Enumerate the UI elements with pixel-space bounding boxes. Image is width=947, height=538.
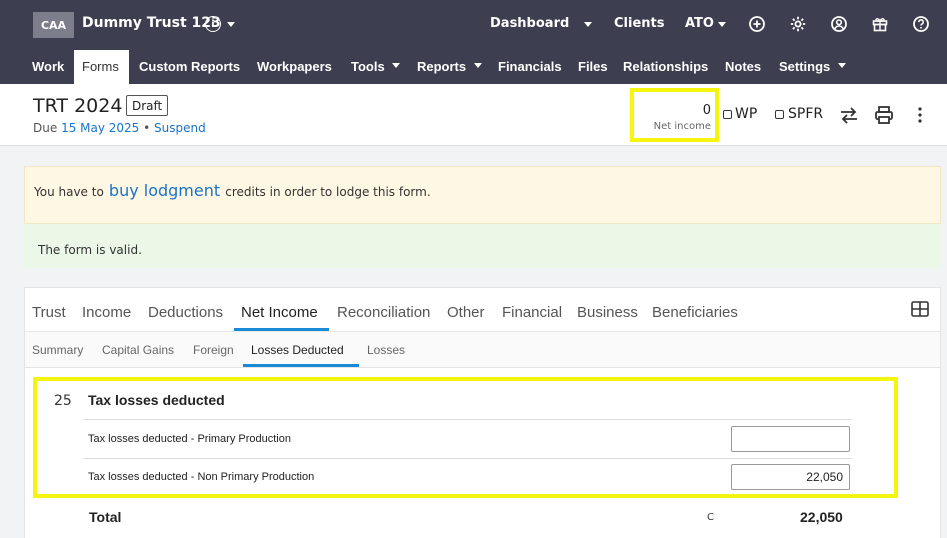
subtab-foreign[interactable]: Foreign xyxy=(193,343,234,357)
due-separator: • xyxy=(143,121,151,135)
non-primary-production-label: Tax losses deducted - Non Primary Produc… xyxy=(88,471,315,483)
subtab-capital-gains[interactable]: Capital Gains xyxy=(102,343,174,357)
active-subtab-indicator xyxy=(243,364,359,367)
client-name[interactable]: Dummy Trust 123 xyxy=(82,15,221,31)
tab-business[interactable]: Business xyxy=(577,304,638,321)
warn-prefix: You have to xyxy=(34,185,104,199)
top-bar: CAA Dummy Trust 123 i Dashboard Clients … xyxy=(0,0,947,50)
validation-text: The form is valid. xyxy=(38,243,142,257)
row-divider xyxy=(83,458,852,459)
page-title: TRT 2024 xyxy=(33,95,123,117)
nav-workpapers[interactable]: Workpapers xyxy=(257,59,332,74)
nav-files[interactable]: Files xyxy=(578,59,608,74)
nav-work[interactable]: Work xyxy=(32,59,64,74)
form-header: TRT 2024 Draft Due 15 May 2025 • Suspend… xyxy=(0,84,947,146)
nav-financials[interactable]: Financials xyxy=(498,59,562,74)
reports-caret-down-icon[interactable] xyxy=(474,63,482,68)
user-circle-icon[interactable] xyxy=(830,15,848,33)
section-title: Tax losses deducted xyxy=(88,392,225,408)
clients-link[interactable]: Clients xyxy=(614,16,664,31)
net-income-value: 0 xyxy=(702,103,711,118)
validation-success: The form is valid. xyxy=(24,224,941,268)
total-value: 22,050 xyxy=(800,509,843,525)
app-logo[interactable]: CAA xyxy=(33,12,74,38)
spfr-checkbox[interactable] xyxy=(775,110,784,119)
primary-production-input[interactable] xyxy=(731,426,850,452)
nav-forms-label: Forms xyxy=(82,59,119,74)
spfr-label[interactable]: SPFR xyxy=(788,106,823,122)
dashboard-caret-down-icon[interactable] xyxy=(584,22,592,27)
net-income-summary: 0 Net income xyxy=(630,88,719,142)
primary-production-label: Tax losses deducted - Primary Production xyxy=(88,433,291,445)
tools-caret-down-icon[interactable] xyxy=(392,63,400,68)
tab-financial[interactable]: Financial xyxy=(502,304,562,321)
tab-reconciliation[interactable]: Reconciliation xyxy=(337,304,430,321)
nav-tools[interactable]: Tools xyxy=(351,59,385,74)
tab-trust[interactable]: Trust xyxy=(32,304,66,321)
lodgment-warning: You have to buy lodgment credits in orde… xyxy=(24,166,941,224)
nav-custom-reports[interactable]: Custom Reports xyxy=(139,59,240,74)
plus-circle-icon[interactable] xyxy=(748,15,766,33)
wp-label[interactable]: WP xyxy=(735,106,757,122)
lodgment-warning-text: You have to buy lodgment credits in orde… xyxy=(34,181,431,200)
ato-link[interactable]: ATO xyxy=(685,16,714,31)
subtab-losses-deducted[interactable]: Losses Deducted xyxy=(251,343,344,357)
status-badge: Draft xyxy=(126,95,169,116)
ato-caret-down-icon[interactable] xyxy=(718,22,726,27)
non-primary-production-input[interactable] xyxy=(731,464,850,490)
client-caret-down-icon[interactable] xyxy=(227,22,235,27)
warn-suffix: credits in order to lodge this form. xyxy=(225,185,431,199)
nav-forms[interactable]: Forms xyxy=(74,50,129,84)
settings-caret-down-icon[interactable] xyxy=(838,63,846,68)
nav-relationships[interactable]: Relationships xyxy=(623,59,708,74)
subtab-losses[interactable]: Losses xyxy=(367,343,405,357)
more-vertical-icon[interactable] xyxy=(910,105,930,125)
swap-arrows-icon[interactable] xyxy=(839,105,859,125)
nav-settings[interactable]: Settings xyxy=(779,59,830,74)
section-number: 25 xyxy=(54,393,72,409)
gift-icon[interactable] xyxy=(871,15,889,33)
subtab-summary[interactable]: Summary xyxy=(32,343,83,357)
due-date-link[interactable]: 15 May 2025 xyxy=(61,121,139,135)
tab-other[interactable]: Other xyxy=(447,304,485,321)
info-icon[interactable]: i xyxy=(205,16,221,32)
help-icon[interactable] xyxy=(912,15,930,33)
tab-income[interactable]: Income xyxy=(82,304,131,321)
tab-beneficiaries[interactable]: Beneficiaries xyxy=(652,304,738,321)
wp-checkbox[interactable] xyxy=(723,110,732,119)
due-prefix: Due xyxy=(33,121,58,135)
net-income-label: Net income xyxy=(653,121,711,132)
print-icon[interactable] xyxy=(874,105,894,125)
tab-net-income[interactable]: Net Income xyxy=(241,304,318,321)
due-line: Due 15 May 2025 • Suspend xyxy=(33,121,206,135)
gear-icon[interactable] xyxy=(789,15,807,33)
grid-layout-icon[interactable] xyxy=(911,301,929,317)
subtab-bar: Summary Capital Gains Foreign Losses Ded… xyxy=(25,332,940,368)
row-divider xyxy=(83,419,852,420)
nav-notes[interactable]: Notes xyxy=(725,59,761,74)
total-label: Total xyxy=(89,509,122,525)
buy-lodgment-link[interactable]: buy lodgment xyxy=(109,181,220,200)
nav-reports[interactable]: Reports xyxy=(417,59,466,74)
suspend-link[interactable]: Suspend xyxy=(154,121,206,135)
dashboard-link[interactable]: Dashboard xyxy=(490,16,569,31)
tab-deductions[interactable]: Deductions xyxy=(148,304,223,321)
total-code: C xyxy=(707,512,714,523)
